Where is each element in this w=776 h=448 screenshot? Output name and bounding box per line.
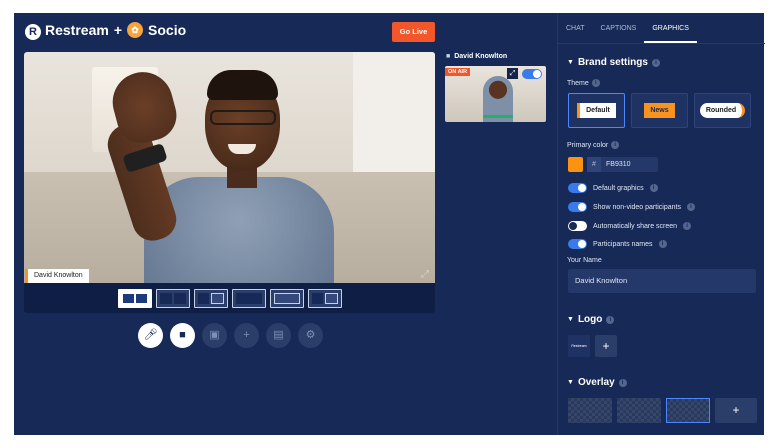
info-icon[interactable]: i	[606, 315, 615, 324]
overlay-options: +	[568, 398, 757, 423]
camera-small-icon: ■	[446, 53, 451, 60]
toggle-row-non-video[interactable]: Show non-video participants i	[568, 202, 695, 212]
socio-logo-icon: ✿	[127, 22, 144, 38]
color-swatch[interactable]	[568, 157, 583, 172]
theme-label-row: Theme i	[567, 79, 600, 87]
invite-guest-icon[interactable]: +	[234, 323, 259, 348]
brand-primary: Restream	[45, 22, 109, 38]
preview-tile[interactable]: ON AIR ⤢	[445, 66, 546, 122]
main-video[interactable]: David Knowlton ⤢	[24, 52, 435, 283]
overlay-header[interactable]: ▼ Overlay i	[567, 377, 627, 388]
go-live-button[interactable]: Go Live	[392, 22, 435, 42]
layout-option-1[interactable]	[118, 289, 152, 308]
info-icon[interactable]: i	[686, 203, 695, 211]
caret-down-icon: ▼	[567, 379, 574, 386]
toggle-label: Show non-video participants	[593, 203, 681, 211]
theme-options: Default News Rounded	[568, 93, 751, 128]
layout-option-2[interactable]	[156, 289, 190, 308]
non-video-participants-toggle[interactable]	[568, 202, 587, 212]
person-hair	[207, 70, 278, 100]
primary-color-label: Primary color	[567, 141, 609, 149]
layout-option-5[interactable]	[270, 289, 304, 308]
layout-option-4[interactable]	[232, 289, 266, 308]
default-graphics-toggle[interactable]	[568, 183, 587, 193]
settings-icon[interactable]: ⚙	[298, 323, 323, 348]
theme-news[interactable]: News	[631, 93, 688, 128]
hex-color-value: FB9310	[606, 161, 631, 168]
theme-rounded-label: Rounded	[699, 103, 746, 118]
camera-icon[interactable]: ■	[170, 323, 195, 348]
info-icon[interactable]: i	[591, 79, 600, 87]
brand-settings-header[interactable]: ▼ Brand settings i	[567, 57, 660, 68]
toggle-label: Default graphics	[593, 184, 644, 192]
add-overlay-button[interactable]: +	[715, 398, 757, 423]
caret-down-icon: ▼	[567, 59, 574, 66]
tab-captions[interactable]: CAPTIONS	[593, 13, 645, 43]
preview-title: ■ David Knowlton	[446, 53, 507, 60]
hex-color-input[interactable]: # FB9310	[587, 157, 658, 172]
tab-chat[interactable]: CHAT	[558, 13, 593, 43]
primary-color-label-row: Primary color i	[567, 141, 620, 149]
theme-default[interactable]: Default	[568, 93, 625, 128]
toggle-row-participant-names[interactable]: Participants names i	[568, 239, 667, 249]
caret-down-icon: ▼	[567, 316, 574, 323]
audio-level-bar	[483, 115, 513, 118]
hash-icon: #	[587, 157, 601, 172]
panel-tabs: CHAT CAPTIONS GRAPHICS	[558, 13, 765, 44]
logo-thumbnail[interactable]: Restream	[568, 335, 590, 357]
layout-selector	[118, 289, 342, 308]
preview-toggle[interactable]	[522, 69, 542, 79]
preview-expand-icon[interactable]: ⤢	[507, 68, 518, 79]
brand-settings-title: Brand settings	[577, 57, 648, 68]
theme-label: Theme	[567, 79, 589, 87]
brand-title: Restream + ✿ Socio	[45, 22, 186, 38]
theme-rounded[interactable]: Rounded	[694, 93, 751, 128]
app-window: R Restream + ✿ Socio Go Live David Knowl…	[14, 13, 765, 435]
info-icon[interactable]: i	[683, 222, 692, 230]
theme-default-label: Default	[577, 103, 616, 118]
brand-secondary: Socio	[148, 22, 187, 38]
fullscreen-icon[interactable]: ⤢	[421, 270, 431, 280]
info-icon[interactable]: i	[649, 184, 658, 192]
overlay-thumbnail-1[interactable]	[568, 398, 612, 423]
info-icon[interactable]: i	[618, 378, 627, 387]
your-name-input[interactable]: David Knowlton	[568, 269, 756, 293]
layout-option-3[interactable]	[194, 289, 228, 308]
media-icon[interactable]: ▤	[266, 323, 291, 348]
logo-header[interactable]: ▼ Logo i	[567, 314, 615, 325]
theme-news-label: News	[644, 103, 675, 118]
info-icon[interactable]: i	[651, 58, 660, 67]
logo-title: Logo	[577, 314, 603, 325]
tab-graphics[interactable]: GRAPHICS	[644, 13, 697, 43]
your-name-label: Your Name	[567, 257, 602, 264]
toggle-row-share-screen[interactable]: Automatically share screen i	[568, 221, 692, 231]
layout-option-6[interactable]	[308, 289, 342, 308]
participant-name-tag: David Knowlton	[25, 269, 89, 283]
preview-participant-name: David Knowlton	[454, 53, 508, 60]
overlay-title: Overlay	[577, 377, 615, 388]
stage: David Knowlton ⤢	[24, 52, 435, 313]
stream-controls: 🎤︎ ■ ▣ + ▤ ⚙	[138, 323, 323, 348]
participant-names-toggle[interactable]	[568, 239, 587, 249]
graphics-panel: CHAT CAPTIONS GRAPHICS ▼ Brand settings …	[557, 13, 765, 435]
on-air-badge: ON AIR	[445, 68, 471, 76]
screen-share-icon[interactable]: ▣	[202, 323, 227, 348]
toggle-label: Participants names	[593, 240, 653, 248]
toggle-label: Automatically share screen	[593, 222, 678, 230]
auto-share-screen-toggle[interactable]	[568, 221, 587, 231]
person-glasses	[210, 110, 276, 125]
restream-logo: R	[25, 24, 41, 40]
info-icon[interactable]: i	[611, 141, 620, 149]
overlay-thumbnail-2[interactable]	[617, 398, 661, 423]
brand-join: +	[113, 22, 123, 38]
microphone-icon[interactable]: 🎤︎	[138, 323, 163, 348]
overlay-thumbnail-3[interactable]	[666, 398, 710, 423]
toggle-row-default-graphics[interactable]: Default graphics i	[568, 183, 658, 193]
add-logo-button[interactable]: +	[595, 335, 617, 357]
info-icon[interactable]: i	[658, 240, 667, 248]
